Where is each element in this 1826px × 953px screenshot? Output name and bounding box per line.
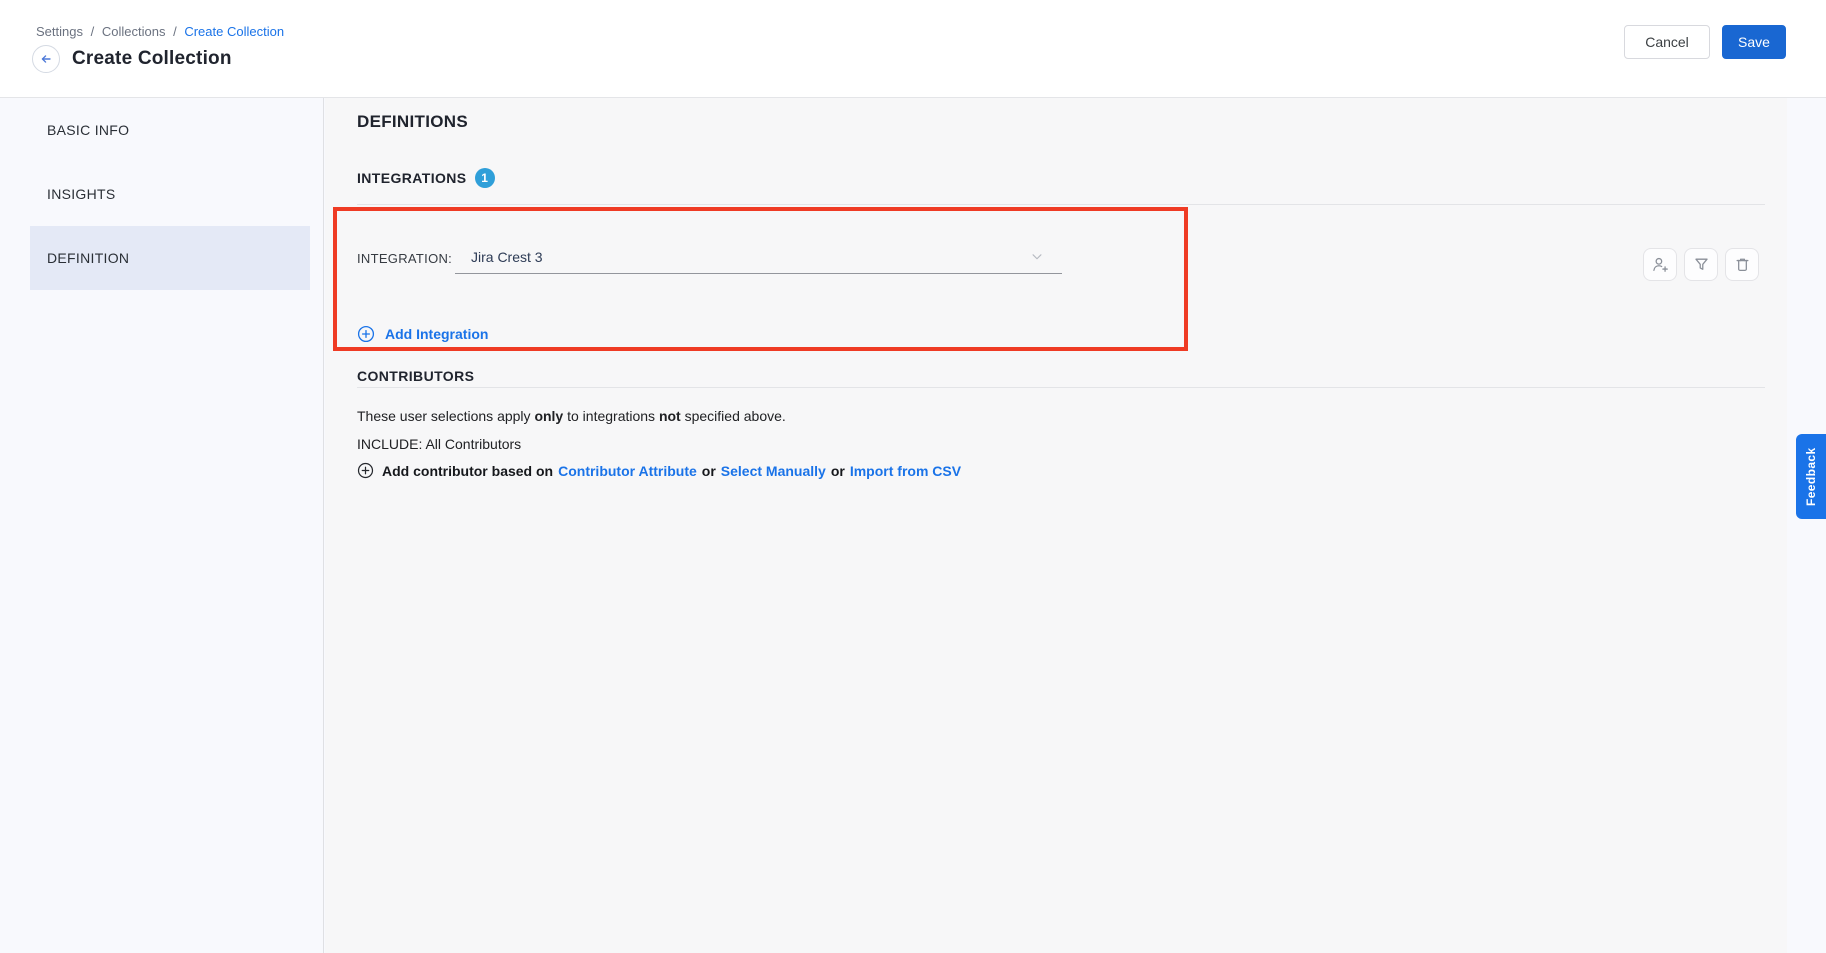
divider	[357, 204, 1765, 205]
breadcrumb: Settings / Collections / Create Collecti…	[36, 24, 284, 39]
back-arrow-icon	[39, 52, 53, 66]
import-from-csv-link[interactable]: Import from CSV	[850, 463, 961, 479]
main-content: DEFINITIONS INTEGRATIONS 1 INTEGRATION: …	[325, 98, 1787, 953]
add-user-button[interactable]	[1643, 248, 1677, 281]
add-contributor-prefix: Add contributor based on	[382, 463, 553, 479]
or-text: or	[831, 463, 845, 479]
add-user-icon	[1652, 256, 1669, 273]
breadcrumb-settings[interactable]: Settings	[36, 24, 83, 39]
note-bold-not: not	[659, 408, 681, 424]
breadcrumb-separator: /	[91, 24, 95, 39]
integration-label: INTEGRATION:	[357, 251, 452, 266]
sidebar-item-basic-info[interactable]: BASIC INFO	[30, 98, 310, 162]
select-manually-link[interactable]: Select Manually	[721, 463, 826, 479]
trash-icon	[1734, 256, 1751, 273]
plus-circle-icon[interactable]	[357, 462, 374, 479]
contributors-section-header: CONTRIBUTORS	[357, 368, 474, 384]
delete-button[interactable]	[1725, 248, 1759, 281]
page-header: Settings / Collections / Create Collecti…	[0, 0, 1826, 98]
sidebar-item-insights[interactable]: INSIGHTS	[30, 162, 310, 226]
note-text: specified above.	[681, 408, 786, 424]
feedback-tab[interactable]: Feedback	[1796, 434, 1826, 519]
sidebar-item-definition[interactable]: DEFINITION	[30, 226, 310, 290]
cancel-button[interactable]: Cancel	[1624, 25, 1710, 59]
add-integration-link[interactable]: Add Integration	[357, 325, 488, 343]
integrations-section-label: INTEGRATIONS	[357, 170, 467, 186]
plus-circle-icon	[357, 325, 375, 343]
note-text: These user selections apply	[357, 408, 534, 424]
include-line: INCLUDE: All Contributors	[357, 436, 521, 452]
breadcrumb-separator: /	[173, 24, 177, 39]
chevron-down-icon	[1030, 250, 1044, 269]
title-row: Create Collection	[32, 45, 232, 73]
contributors-note: These user selections apply only to inte…	[357, 408, 786, 424]
page: Settings / Collections / Create Collecti…	[0, 0, 1826, 953]
filter-icon	[1693, 256, 1710, 273]
integration-select-value: Jira Crest 3	[471, 249, 543, 265]
contributors-section-label: CONTRIBUTORS	[357, 368, 474, 384]
definitions-heading: DEFINITIONS	[357, 112, 468, 132]
integrations-count-badge: 1	[475, 168, 495, 188]
integration-select[interactable]: Jira Crest 3	[455, 241, 1062, 274]
note-bold-only: only	[534, 408, 563, 424]
header-actions: Cancel Save	[1624, 25, 1786, 59]
add-integration-label: Add Integration	[385, 326, 488, 342]
breadcrumb-current[interactable]: Create Collection	[184, 24, 284, 39]
or-text: or	[702, 463, 716, 479]
page-title: Create Collection	[72, 48, 232, 70]
back-button[interactable]	[32, 45, 60, 73]
integration-row-actions	[1643, 248, 1759, 281]
breadcrumb-collections[interactable]: Collections	[102, 24, 166, 39]
add-contributor-row: Add contributor based on Contributor Att…	[357, 462, 961, 479]
note-text: to integrations	[563, 408, 659, 424]
sidebar: BASIC INFO INSIGHTS DEFINITION	[0, 98, 324, 953]
divider	[357, 387, 1765, 388]
filter-button[interactable]	[1684, 248, 1718, 281]
save-button[interactable]: Save	[1722, 25, 1786, 59]
integrations-section-header: INTEGRATIONS 1	[357, 168, 495, 188]
contributor-attribute-link[interactable]: Contributor Attribute	[558, 463, 697, 479]
